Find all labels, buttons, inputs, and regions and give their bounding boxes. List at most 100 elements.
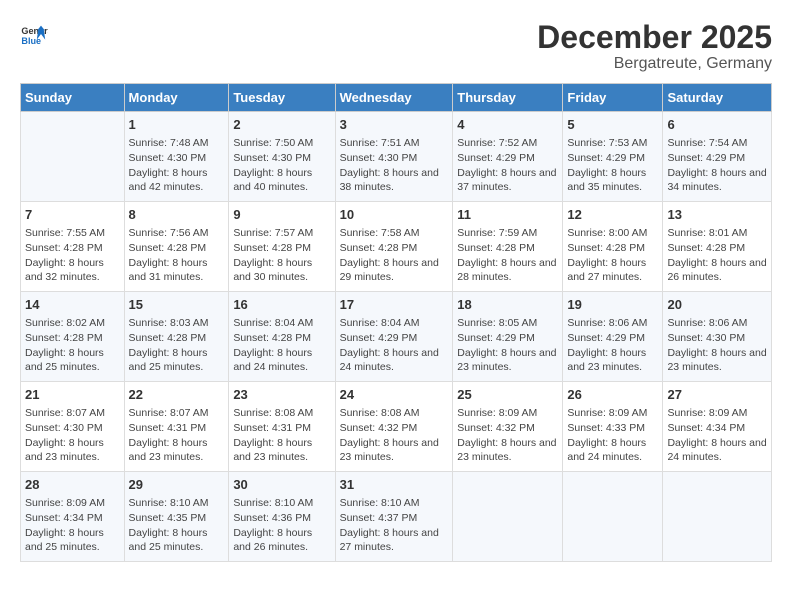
table-row: 5 Sunrise: 7:53 AMSunset: 4:29 PMDayligh… [563,112,663,202]
day-number: 12 [567,206,658,224]
day-number: 18 [457,296,558,314]
page-header: General Blue December 2025 Bergatreute, … [20,20,772,73]
table-row: 13 Sunrise: 8:01 AMSunset: 4:28 PMDaylig… [663,202,772,292]
day-number: 24 [340,386,449,404]
cell-details: Sunrise: 8:08 AMSunset: 4:32 PMDaylight:… [340,406,449,465]
table-row: 28 Sunrise: 8:09 AMSunset: 4:34 PMDaylig… [21,471,125,561]
col-saturday: Saturday [663,84,772,112]
cell-details: Sunrise: 7:55 AMSunset: 4:28 PMDaylight:… [25,226,120,285]
day-number: 9 [233,206,330,224]
cell-details: Sunrise: 8:07 AMSunset: 4:31 PMDaylight:… [129,406,225,465]
cell-details: Sunrise: 7:54 AMSunset: 4:29 PMDaylight:… [667,136,767,195]
day-number: 15 [129,296,225,314]
cell-details: Sunrise: 8:10 AMSunset: 4:36 PMDaylight:… [233,496,330,555]
calendar-week-row: 1 Sunrise: 7:48 AMSunset: 4:30 PMDayligh… [21,112,772,202]
day-number: 4 [457,116,558,134]
table-row: 30 Sunrise: 8:10 AMSunset: 4:36 PMDaylig… [229,471,335,561]
day-number: 13 [667,206,767,224]
cell-details: Sunrise: 8:09 AMSunset: 4:34 PMDaylight:… [667,406,767,465]
table-row [663,471,772,561]
day-number: 21 [25,386,120,404]
table-row: 6 Sunrise: 7:54 AMSunset: 4:29 PMDayligh… [663,112,772,202]
day-number: 26 [567,386,658,404]
logo: General Blue [20,20,48,48]
cell-details: Sunrise: 8:08 AMSunset: 4:31 PMDaylight:… [233,406,330,465]
day-number: 8 [129,206,225,224]
cell-details: Sunrise: 7:52 AMSunset: 4:29 PMDaylight:… [457,136,558,195]
cell-details: Sunrise: 7:57 AMSunset: 4:28 PMDaylight:… [233,226,330,285]
table-row [453,471,563,561]
cell-details: Sunrise: 7:50 AMSunset: 4:30 PMDaylight:… [233,136,330,195]
cell-details: Sunrise: 8:10 AMSunset: 4:37 PMDaylight:… [340,496,449,555]
col-monday: Monday [124,84,229,112]
cell-details: Sunrise: 8:01 AMSunset: 4:28 PMDaylight:… [667,226,767,285]
calendar-week-row: 14 Sunrise: 8:02 AMSunset: 4:28 PMDaylig… [21,292,772,382]
table-row: 14 Sunrise: 8:02 AMSunset: 4:28 PMDaylig… [21,292,125,382]
table-row: 25 Sunrise: 8:09 AMSunset: 4:32 PMDaylig… [453,382,563,472]
table-row: 16 Sunrise: 8:04 AMSunset: 4:28 PMDaylig… [229,292,335,382]
table-row: 22 Sunrise: 8:07 AMSunset: 4:31 PMDaylig… [124,382,229,472]
cell-details: Sunrise: 8:09 AMSunset: 4:32 PMDaylight:… [457,406,558,465]
cell-details: Sunrise: 7:58 AMSunset: 4:28 PMDaylight:… [340,226,449,285]
table-row: 15 Sunrise: 8:03 AMSunset: 4:28 PMDaylig… [124,292,229,382]
cell-details: Sunrise: 7:59 AMSunset: 4:28 PMDaylight:… [457,226,558,285]
col-friday: Friday [563,84,663,112]
cell-details: Sunrise: 8:07 AMSunset: 4:30 PMDaylight:… [25,406,120,465]
day-number: 6 [667,116,767,134]
table-row: 17 Sunrise: 8:04 AMSunset: 4:29 PMDaylig… [335,292,453,382]
cell-details: Sunrise: 8:09 AMSunset: 4:33 PMDaylight:… [567,406,658,465]
day-number: 28 [25,476,120,494]
col-thursday: Thursday [453,84,563,112]
day-number: 31 [340,476,449,494]
table-row: 7 Sunrise: 7:55 AMSunset: 4:28 PMDayligh… [21,202,125,292]
calendar-week-row: 28 Sunrise: 8:09 AMSunset: 4:34 PMDaylig… [21,471,772,561]
table-row: 24 Sunrise: 8:08 AMSunset: 4:32 PMDaylig… [335,382,453,472]
table-row: 27 Sunrise: 8:09 AMSunset: 4:34 PMDaylig… [663,382,772,472]
day-number: 10 [340,206,449,224]
day-number: 5 [567,116,658,134]
cell-details: Sunrise: 8:06 AMSunset: 4:29 PMDaylight:… [567,316,658,375]
table-row: 26 Sunrise: 8:09 AMSunset: 4:33 PMDaylig… [563,382,663,472]
day-number: 11 [457,206,558,224]
page-title: December 2025 [537,20,772,55]
page-subtitle: Bergatreute, Germany [537,55,772,73]
cell-details: Sunrise: 8:09 AMSunset: 4:34 PMDaylight:… [25,496,120,555]
table-row: 21 Sunrise: 8:07 AMSunset: 4:30 PMDaylig… [21,382,125,472]
table-row: 19 Sunrise: 8:06 AMSunset: 4:29 PMDaylig… [563,292,663,382]
cell-details: Sunrise: 8:04 AMSunset: 4:28 PMDaylight:… [233,316,330,375]
day-number: 19 [567,296,658,314]
col-tuesday: Tuesday [229,84,335,112]
day-number: 29 [129,476,225,494]
cell-details: Sunrise: 8:05 AMSunset: 4:29 PMDaylight:… [457,316,558,375]
day-number: 14 [25,296,120,314]
table-row: 2 Sunrise: 7:50 AMSunset: 4:30 PMDayligh… [229,112,335,202]
day-number: 22 [129,386,225,404]
logo-icon: General Blue [20,20,48,48]
day-number: 25 [457,386,558,404]
table-row: 8 Sunrise: 7:56 AMSunset: 4:28 PMDayligh… [124,202,229,292]
day-number: 2 [233,116,330,134]
table-row: 1 Sunrise: 7:48 AMSunset: 4:30 PMDayligh… [124,112,229,202]
calendar-header-row: Sunday Monday Tuesday Wednesday Thursday… [21,84,772,112]
day-number: 30 [233,476,330,494]
calendar-week-row: 21 Sunrise: 8:07 AMSunset: 4:30 PMDaylig… [21,382,772,472]
cell-details: Sunrise: 7:56 AMSunset: 4:28 PMDaylight:… [129,226,225,285]
cell-details: Sunrise: 8:02 AMSunset: 4:28 PMDaylight:… [25,316,120,375]
day-number: 23 [233,386,330,404]
cell-details: Sunrise: 7:53 AMSunset: 4:29 PMDaylight:… [567,136,658,195]
title-block: December 2025 Bergatreute, Germany [537,20,772,73]
day-number: 1 [129,116,225,134]
table-row: 12 Sunrise: 8:00 AMSunset: 4:28 PMDaylig… [563,202,663,292]
cell-details: Sunrise: 8:10 AMSunset: 4:35 PMDaylight:… [129,496,225,555]
day-number: 20 [667,296,767,314]
day-number: 27 [667,386,767,404]
col-wednesday: Wednesday [335,84,453,112]
table-row: 23 Sunrise: 8:08 AMSunset: 4:31 PMDaylig… [229,382,335,472]
cell-details: Sunrise: 7:51 AMSunset: 4:30 PMDaylight:… [340,136,449,195]
col-sunday: Sunday [21,84,125,112]
cell-details: Sunrise: 8:00 AMSunset: 4:28 PMDaylight:… [567,226,658,285]
table-row: 20 Sunrise: 8:06 AMSunset: 4:30 PMDaylig… [663,292,772,382]
cell-details: Sunrise: 8:04 AMSunset: 4:29 PMDaylight:… [340,316,449,375]
table-row [21,112,125,202]
cell-details: Sunrise: 7:48 AMSunset: 4:30 PMDaylight:… [129,136,225,195]
